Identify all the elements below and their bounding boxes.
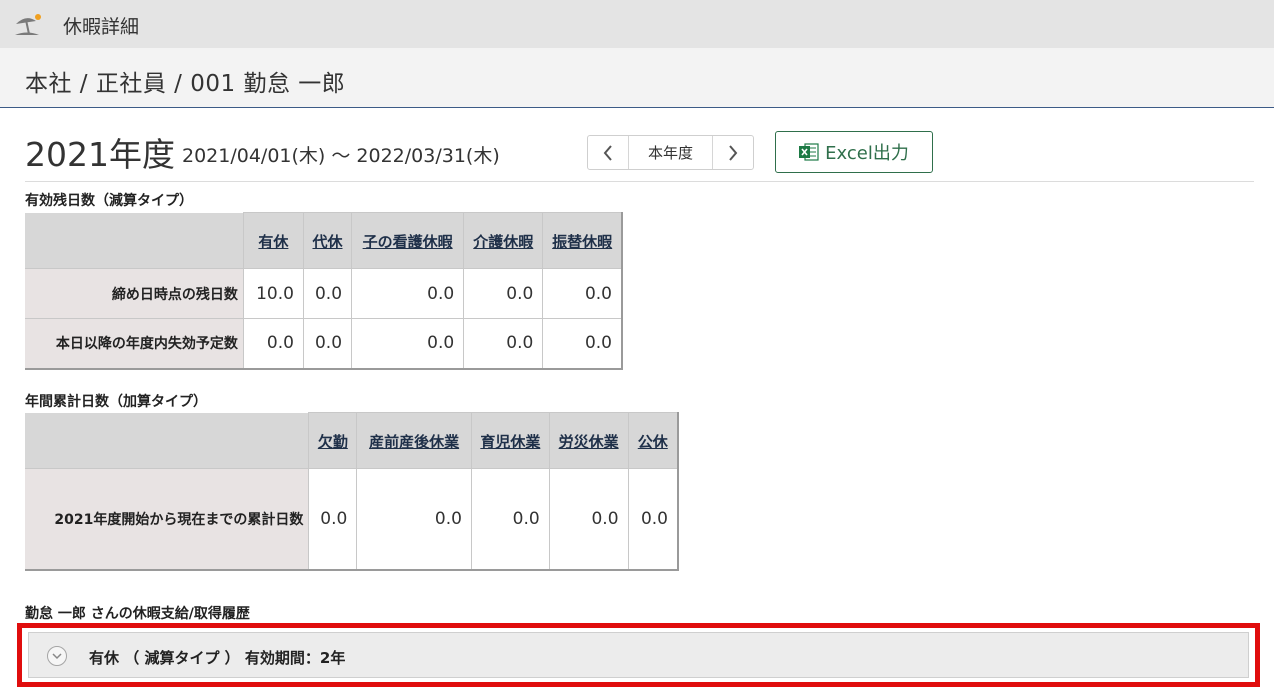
column-header[interactable]: 振替休暇 xyxy=(542,212,624,269)
remaining-table: 有休 代休 子の看護休暇 介護休暇 振替休暇 締め日時点の残日数 10.0 0.… xyxy=(25,212,624,370)
excel-icon xyxy=(799,143,819,161)
table-row: 締め日時点の残日数 10.0 0.0 0.0 0.0 0.0 xyxy=(25,268,624,319)
table-row: 本日以降の年度内失効予定数 0.0 0.0 0.0 0.0 0.0 xyxy=(25,318,624,370)
column-link-nursing-care[interactable]: 介護休暇 xyxy=(473,233,533,251)
history-item[interactable]: 有休 （ 減算タイプ ） 有効期間：2年 xyxy=(28,632,1249,678)
column-link-maternity[interactable]: 産前産後休業 xyxy=(369,433,459,451)
column-link-work-injury[interactable]: 労災休業 xyxy=(559,433,619,451)
column-link-daikyu[interactable]: 代休 xyxy=(312,233,342,251)
top-bar: 休暇詳細 xyxy=(0,0,1274,48)
column-link-childcare[interactable]: 育児休業 xyxy=(480,433,540,451)
table-cell: 0.0 xyxy=(627,468,679,571)
prev-year-button[interactable] xyxy=(588,136,629,169)
expand-toggle[interactable] xyxy=(47,646,67,666)
column-header[interactable]: 子の看護休暇 xyxy=(351,212,465,269)
column-header[interactable]: 代休 xyxy=(302,212,353,269)
column-header[interactable]: 産前産後休業 xyxy=(356,412,472,469)
cumulative-table: 欠勤 産前産後休業 育児休業 労災休業 公休 2021年度開始から現在までの累計… xyxy=(25,412,679,571)
table-corner xyxy=(25,412,309,469)
table-cell: 0.0 xyxy=(351,268,465,319)
excel-export-label: Excel出力 xyxy=(825,143,909,164)
column-header[interactable]: 公休 xyxy=(627,412,679,469)
table-cell: 0.0 xyxy=(470,468,550,571)
table-cell: 0.0 xyxy=(548,468,629,571)
row-label: 締め日時点の残日数 xyxy=(25,268,244,319)
table-cell: 0.0 xyxy=(463,268,544,319)
column-header[interactable]: 欠勤 xyxy=(308,412,358,469)
chevron-down-icon xyxy=(52,653,62,660)
column-link-substitute[interactable]: 振替休暇 xyxy=(552,233,612,251)
table-cell: 0.0 xyxy=(542,268,624,319)
beach-umbrella-icon xyxy=(15,14,41,35)
chevron-right-icon xyxy=(729,144,738,161)
column-link-public-holiday[interactable]: 公休 xyxy=(638,433,668,451)
period-range: 2021/04/01(木) ～ 2022/03/31(木) xyxy=(182,145,500,167)
history-item-highlight: 有休 （ 減算タイプ ） 有効期間：2年 xyxy=(17,623,1260,687)
table-cell: 0.0 xyxy=(356,468,472,571)
chevron-left-icon xyxy=(603,144,612,161)
column-link-absence[interactable]: 欠勤 xyxy=(318,433,348,451)
row-label: 2021年度開始から現在までの累計日数 xyxy=(25,468,310,571)
table-row: 2021年度開始から現在までの累計日数 0.0 0.0 0.0 0.0 0.0 xyxy=(25,468,679,571)
table-cell: 0.0 xyxy=(351,318,465,370)
table-cell: 0.0 xyxy=(242,318,304,370)
excel-export-button[interactable]: Excel出力 xyxy=(775,131,933,173)
column-header[interactable]: 有休 xyxy=(242,212,304,269)
column-link-yukyu[interactable]: 有休 xyxy=(258,233,288,251)
cumulative-section-title: 年間累計日数（加算タイプ） xyxy=(25,394,207,410)
current-year-button[interactable]: 本年度 xyxy=(629,136,712,169)
column-header[interactable]: 育児休業 xyxy=(470,412,550,469)
column-header[interactable]: 介護休暇 xyxy=(463,212,544,269)
next-year-button[interactable] xyxy=(712,136,753,169)
table-cell: 0.0 xyxy=(302,268,353,319)
table-cell: 0.0 xyxy=(308,468,358,571)
history-item-summary: 有休 （ 減算タイプ ） 有効期間：2年 xyxy=(89,649,346,667)
row-label: 本日以降の年度内失効予定数 xyxy=(25,318,244,370)
year-navigator: 本年度 xyxy=(587,135,754,170)
history-section-title: 勤怠 一郎 さんの休暇支給/取得履歴 xyxy=(25,606,250,622)
column-link-child-care[interactable]: 子の看護休暇 xyxy=(363,233,453,251)
app-title: 休暇詳細 xyxy=(63,16,140,38)
table-cell: 0.0 xyxy=(542,318,624,370)
breadcrumb: 本社 / 正社員 / 001 勤怠 一郎 xyxy=(25,71,346,97)
page-title: 2021年度 xyxy=(25,135,175,174)
divider xyxy=(25,181,1254,182)
table-corner xyxy=(25,212,244,269)
column-header[interactable]: 労災休業 xyxy=(548,412,629,469)
remaining-section-title: 有効残日数（減算タイプ） xyxy=(25,193,193,209)
table-cell: 10.0 xyxy=(242,268,304,319)
breadcrumb-bar: 本社 / 正社員 / 001 勤怠 一郎 xyxy=(0,48,1274,108)
table-cell: 0.0 xyxy=(463,318,544,370)
table-cell: 0.0 xyxy=(302,318,353,370)
